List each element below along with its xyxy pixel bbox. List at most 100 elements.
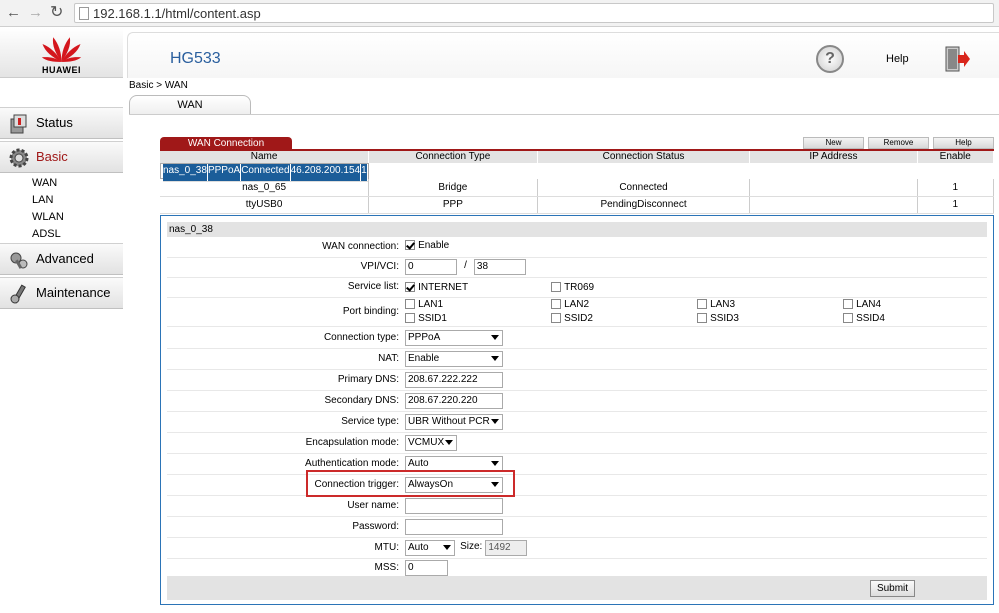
tr069-label: TR069 [564,282,595,293]
table-row[interactable]: nas_0_38 PPPoA Connected 46.208.200.154 … [160,163,369,182]
lan3-checkbox[interactable] [697,299,707,310]
secondary-dns-input[interactable]: 208.67.220.220 [405,393,503,409]
column-header: Connection Status [537,151,751,163]
address-bar[interactable]: 192.168.1.1/html/content.asp [74,3,994,23]
back-arrow-icon[interactable]: ← [6,4,21,22]
sidebar-item-maintenance[interactable]: Maintenance [0,277,123,309]
cell-type: PPPoA [207,164,242,182]
vpi-input[interactable]: 0 [405,259,457,275]
field-label: User name: [347,500,399,511]
username-input[interactable] [405,498,503,514]
detail-title: nas_0_38 [167,222,987,237]
port-label: SSID2 [564,313,593,324]
cell-enable: 1 [360,164,368,182]
help-link[interactable]: Help [886,53,909,65]
size-label: Size: [460,541,483,552]
breadcrumb: Basic > WAN [129,80,188,91]
sidebar-item-basic[interactable]: Basic [0,141,123,173]
sidebar-item-label: Advanced [36,251,94,266]
password-input[interactable] [405,519,503,535]
encapsulation-row: Encapsulation mode: VCMUX [167,433,987,454]
table-row[interactable]: ttyUSB0 PPP PendingDisconnect 1 [160,196,994,214]
ssid1-checkbox[interactable] [405,313,415,324]
lan4-checkbox[interactable] [843,299,853,310]
size-input[interactable]: 1492 [485,540,528,556]
enable-checkbox[interactable] [405,240,415,251]
field-label: WAN connection: [322,241,399,252]
tab-divider [129,114,999,115]
ssid3-checkbox[interactable] [697,313,707,324]
selected-value: Auto [408,458,429,469]
tab-wan[interactable]: WAN [129,95,251,115]
sidebar-subitem-adsl[interactable]: ADSL [32,228,61,240]
connection-type-select[interactable]: PPPoA [405,330,503,346]
chevron-down-icon [491,461,499,466]
forward-arrow-icon[interactable]: → [28,4,43,22]
password-row: Password: [167,517,987,538]
service-list-row: Service list: INTERNET TR069 [167,277,987,298]
status-icon [10,114,27,134]
sidebar-subitem-lan[interactable]: LAN [32,194,53,206]
field-label: Encapsulation mode: [305,437,399,448]
selected-value: UBR Without PCR [408,416,490,427]
port-label: SSID4 [856,313,885,324]
tr069-checkbox[interactable] [551,282,561,293]
vpivci-separator: / [464,260,467,271]
column-header: IP Address [749,151,918,163]
sidebar-item-advanced[interactable]: Advanced [0,243,123,275]
cell-name: ttyUSB0 [160,196,370,214]
port-label: LAN3 [710,299,736,310]
field-label: Authentication mode: [305,458,399,469]
tools-icon [10,252,28,269]
primary-dns-input[interactable]: 208.67.222.222 [405,372,503,388]
enable-label: Enable [418,240,450,251]
sidebar-subitem-wan[interactable]: WAN [32,177,57,189]
selected-value: Enable [408,353,440,364]
encapsulation-select[interactable]: VCMUX [405,435,457,451]
lan2-checkbox[interactable] [551,299,561,310]
sidebar-item-status[interactable]: Status [0,107,123,139]
huawei-logo: HUAWEI [0,28,123,78]
sidebar-subitem-wlan[interactable]: WLAN [32,211,64,223]
help-button[interactable]: Help [933,137,994,149]
ssid2-checkbox[interactable] [551,313,561,324]
submit-button[interactable]: Submit [870,580,915,597]
field-label: Port binding: [342,306,399,317]
table-header: Name Connection Type Connection Status I… [160,151,994,163]
connection-trigger-row: Connection trigger: AlwaysOn [167,475,987,496]
primary-dns-row: Primary DNS: 208.67.222.222 [167,370,987,391]
column-header: Connection Type [368,151,538,163]
connection-detail-panel: nas_0_38 WAN connection: Enable VPI/VCI:… [160,215,994,605]
internet-checkbox[interactable] [405,282,415,293]
remove-button[interactable]: Remove [868,137,929,149]
vci-input[interactable]: 38 [473,259,526,275]
port-label: SSID1 [418,313,447,324]
chevron-down-icon [445,440,453,445]
chevron-down-icon [491,356,499,361]
selected-value: PPPoA [408,332,441,343]
table-row[interactable]: nas_0_65 Bridge Connected 1 [160,179,994,197]
nat-select[interactable]: Enable [405,351,503,367]
logout-icon[interactable] [943,45,971,73]
sidebar-item-label: Basic [36,149,68,164]
field-label: Service type: [341,416,399,427]
huawei-logo-icon [41,37,82,62]
mtu-select[interactable]: Auto [405,540,455,556]
field-label: MTU: [374,542,399,553]
field-label: VPI/VCI: [360,261,399,272]
service-type-select[interactable]: UBR Without PCR [405,414,503,430]
chevron-down-icon [443,545,451,550]
help-icon[interactable]: ? [816,45,844,73]
reload-icon[interactable]: ↻ [50,4,63,22]
form-footer: Submit [167,576,987,600]
mss-input[interactable]: 0 [405,560,448,576]
ssid4-checkbox[interactable] [843,313,853,324]
auth-mode-row: Authentication mode: Auto [167,454,987,475]
service-type-row: Service type: UBR Without PCR [167,412,987,433]
cell-name: nas_0_38 [163,164,208,182]
field-label: Service list: [347,281,399,292]
new-button[interactable]: New [803,137,864,149]
mtu-row: MTU: Auto Size: 1492 [167,538,987,559]
lan1-checkbox[interactable] [405,299,415,310]
port-label: SSID3 [710,313,739,324]
